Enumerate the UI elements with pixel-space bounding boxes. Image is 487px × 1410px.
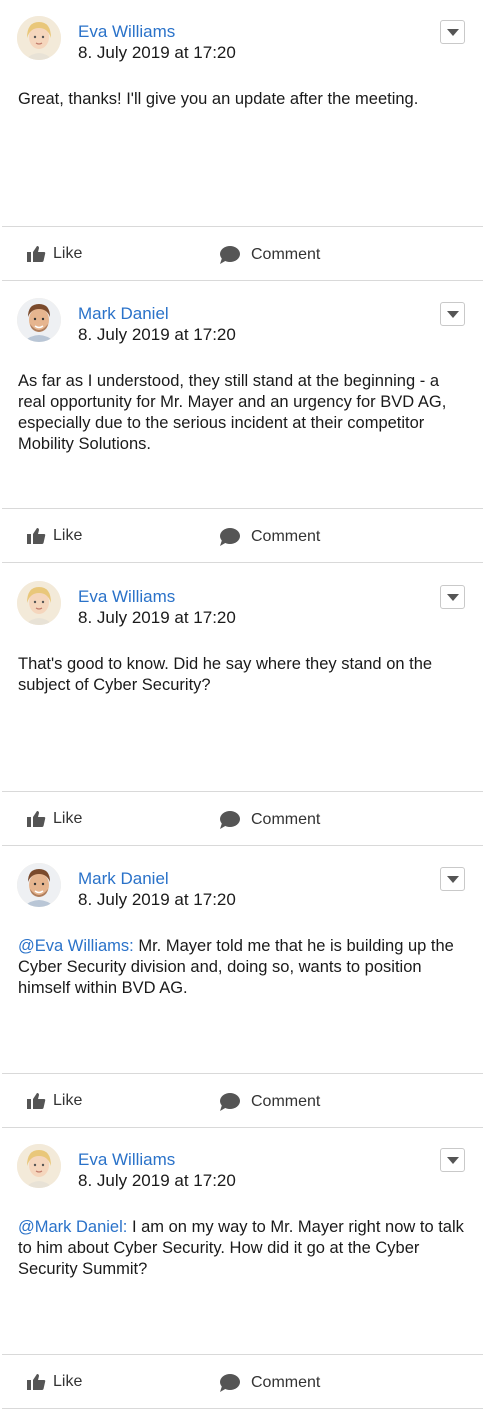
speech-bubble-icon bbox=[220, 528, 240, 546]
post-body: That's good to know. Did he say where th… bbox=[18, 654, 468, 696]
post-author-name[interactable]: Mark Daniel bbox=[78, 303, 169, 325]
comment-button[interactable]: Comment bbox=[218, 245, 320, 265]
post-author-name[interactable]: Eva Williams bbox=[78, 21, 175, 43]
chevron-down-icon bbox=[446, 310, 459, 318]
thumbs-up-icon bbox=[27, 246, 46, 262]
divider bbox=[2, 1354, 483, 1355]
like-label: Like bbox=[53, 810, 83, 827]
post-menu-button[interactable] bbox=[440, 867, 465, 891]
author-avatar-female[interactable] bbox=[17, 1144, 61, 1188]
post-timestamp: 8. July 2019 at 17:20 bbox=[78, 608, 236, 627]
post-menu-button[interactable] bbox=[440, 302, 465, 326]
comment-button[interactable]: Comment bbox=[218, 810, 320, 830]
post-text: That's good to know. Did he say where th… bbox=[18, 655, 433, 694]
divider bbox=[2, 562, 483, 563]
post-timestamp: 8. July 2019 at 17:20 bbox=[78, 1171, 236, 1190]
thumbs-up-icon bbox=[27, 1374, 46, 1390]
divider bbox=[2, 845, 483, 846]
comment-button[interactable]: Comment bbox=[218, 527, 320, 547]
author-avatar-female[interactable] bbox=[17, 581, 61, 625]
thumbs-up-icon bbox=[27, 1093, 46, 1109]
post-author-name[interactable]: Eva Williams bbox=[78, 586, 175, 608]
like-label: Like bbox=[53, 527, 83, 544]
chevron-down-icon bbox=[446, 875, 459, 883]
post-body: @Eva Williams: Mr. Mayer told me that he… bbox=[18, 936, 468, 999]
chatter-feed: Eva Williams 8. July 2019 at 17:20 Great… bbox=[0, 0, 487, 1409]
divider bbox=[2, 226, 483, 227]
comment-label: Comment bbox=[251, 1093, 321, 1110]
like-button[interactable]: Like bbox=[26, 810, 82, 828]
speech-bubble-icon bbox=[220, 1374, 240, 1392]
post-body: As far as I understood, they still stand… bbox=[18, 371, 468, 455]
feed-post: Mark Daniel 8. July 2019 at 17:20 @Eva W… bbox=[0, 847, 487, 1129]
comment-label: Comment bbox=[251, 811, 321, 828]
divider bbox=[2, 1073, 483, 1074]
thumbs-up-icon bbox=[27, 811, 46, 827]
post-timestamp: 8. July 2019 at 17:20 bbox=[78, 325, 236, 344]
like-button[interactable]: Like bbox=[26, 245, 82, 263]
like-label: Like bbox=[53, 1092, 83, 1109]
post-menu-button[interactable] bbox=[440, 20, 465, 44]
like-label: Like bbox=[53, 245, 83, 262]
divider bbox=[2, 791, 483, 792]
post-body: Great, thanks! I'll give you an update a… bbox=[18, 89, 468, 110]
like-button[interactable]: Like bbox=[26, 1092, 82, 1110]
feed-post: Eva Williams 8. July 2019 at 17:20 Great… bbox=[0, 0, 487, 282]
author-avatar-male[interactable] bbox=[17, 863, 61, 907]
like-button[interactable]: Like bbox=[26, 1373, 82, 1391]
post-mention[interactable]: @Eva Williams: bbox=[18, 937, 134, 955]
post-author-name[interactable]: Eva Williams bbox=[78, 1149, 175, 1171]
speech-bubble-icon bbox=[220, 246, 240, 264]
post-timestamp: 8. July 2019 at 17:20 bbox=[78, 890, 236, 909]
divider bbox=[2, 508, 483, 509]
post-menu-button[interactable] bbox=[440, 585, 465, 609]
divider bbox=[2, 280, 483, 281]
chevron-down-icon bbox=[446, 593, 459, 601]
chevron-down-icon bbox=[446, 28, 459, 36]
feed-post: Eva Williams 8. July 2019 at 17:20 That'… bbox=[0, 565, 487, 847]
author-avatar-male[interactable] bbox=[17, 298, 61, 342]
chevron-down-icon bbox=[446, 1156, 459, 1164]
like-label: Like bbox=[53, 1373, 83, 1390]
post-text: As far as I understood, they still stand… bbox=[18, 372, 447, 453]
comment-button[interactable]: Comment bbox=[218, 1092, 320, 1112]
speech-bubble-icon bbox=[220, 1093, 240, 1111]
post-body: @Mark Daniel: I am on my way to Mr. Maye… bbox=[18, 1217, 468, 1280]
post-mention[interactable]: @Mark Daniel: bbox=[18, 1218, 127, 1236]
feed-post: Mark Daniel 8. July 2019 at 17:20 As far… bbox=[0, 282, 487, 564]
comment-label: Comment bbox=[251, 528, 321, 545]
feed-post: Eva Williams 8. July 2019 at 17:20 @Mark… bbox=[0, 1128, 487, 1410]
thumbs-up-icon bbox=[27, 528, 46, 544]
post-timestamp: 8. July 2019 at 17:20 bbox=[78, 43, 236, 62]
post-text: Great, thanks! I'll give you an update a… bbox=[18, 90, 419, 108]
like-button[interactable]: Like bbox=[26, 527, 82, 545]
speech-bubble-icon bbox=[220, 811, 240, 829]
comment-button[interactable]: Comment bbox=[218, 1373, 320, 1393]
comment-label: Comment bbox=[251, 246, 321, 263]
post-menu-button[interactable] bbox=[440, 1148, 465, 1172]
author-avatar-female[interactable] bbox=[17, 16, 61, 60]
comment-label: Comment bbox=[251, 1374, 321, 1391]
post-author-name[interactable]: Mark Daniel bbox=[78, 868, 169, 890]
